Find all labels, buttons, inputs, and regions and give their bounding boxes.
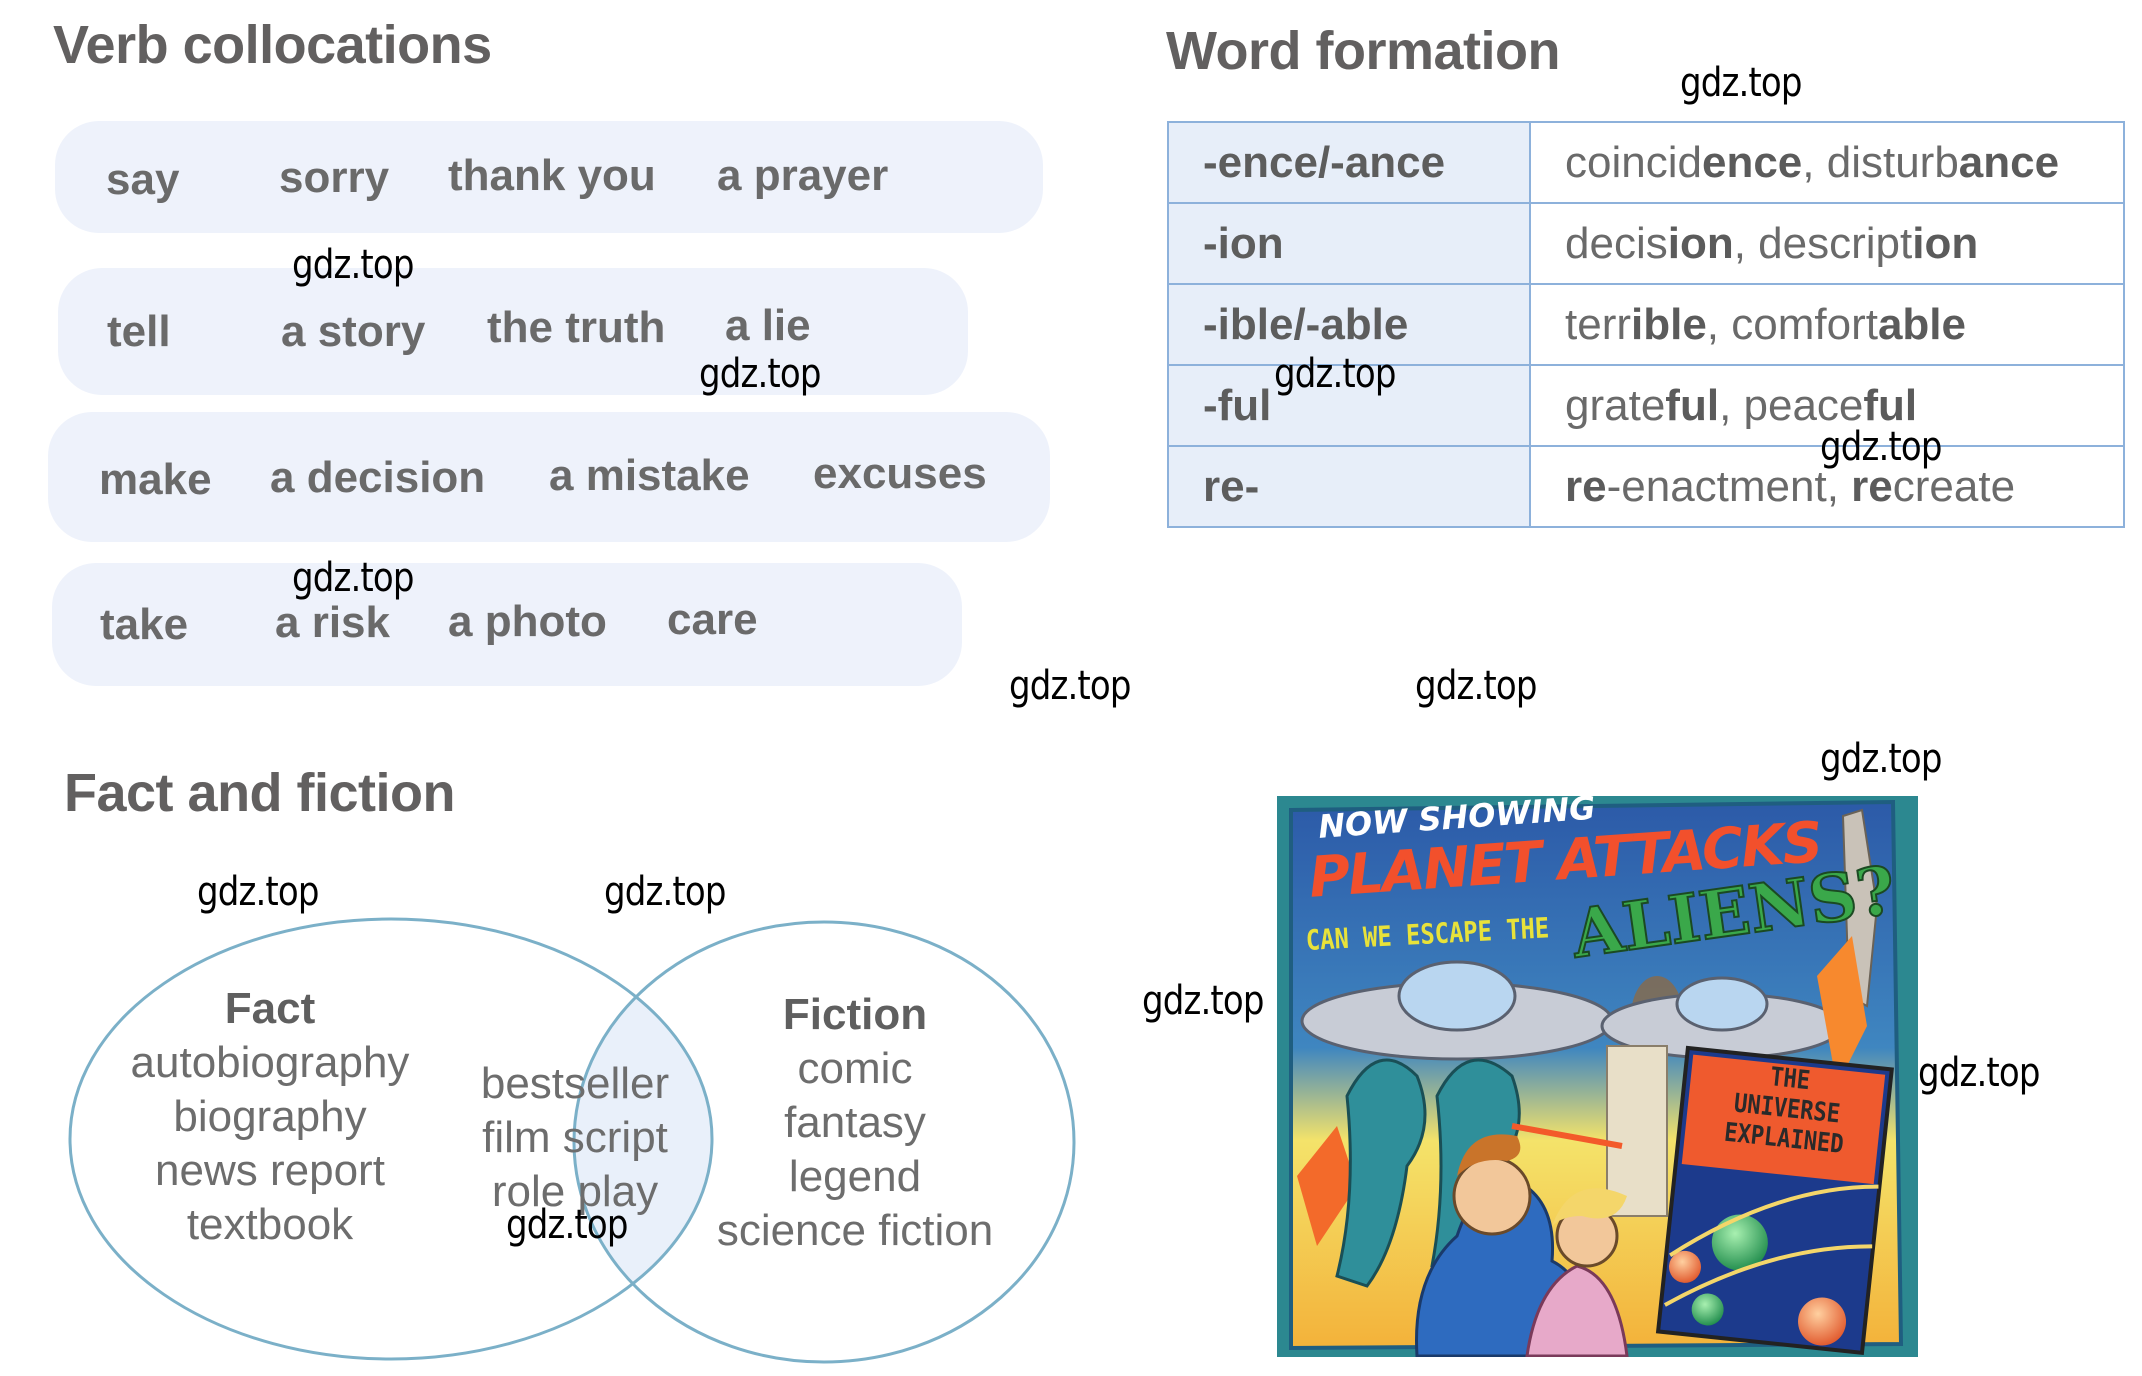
- example-word: grateful: [1565, 380, 1720, 430]
- suffix-cell: -ion: [1167, 202, 1531, 285]
- verb: take: [100, 600, 189, 649]
- word-formation-row: -ion decision, description: [1167, 202, 2125, 285]
- fact-and-fiction-title: Fact and fiction: [64, 763, 456, 823]
- venn-item: science fiction: [716, 1206, 994, 1255]
- collocate: care: [667, 595, 758, 644]
- venn-item: news report: [155, 1146, 385, 1195]
- word-formation-row: -ence/-ance coincidence, disturbance: [1167, 121, 2125, 204]
- collocate: sorry: [279, 153, 390, 202]
- verb: make: [99, 455, 212, 504]
- example-word: coincidence: [1565, 137, 1803, 187]
- collocate: thank you: [448, 151, 656, 200]
- word-formation-table: -ence/-ance coincidence, disturbance -ion d…: [1167, 121, 2125, 528]
- example-word: comfortable: [1731, 299, 1966, 349]
- example-word: terrible: [1565, 299, 1707, 349]
- watermark: gdz.top: [197, 869, 319, 915]
- venn-fact-group: Fact autobiography biography news report…: [120, 982, 420, 1252]
- collocate: a decision: [270, 453, 486, 502]
- collocate: a lie: [725, 301, 811, 350]
- venn-item: fantasy: [784, 1098, 926, 1147]
- verb-collocations-title: Verb collocations: [53, 15, 492, 75]
- word-formation-row: re-re-enactment, recreate: [1167, 445, 2125, 528]
- collocate: a risk: [275, 598, 390, 647]
- movie-poster-illustration: NOW SHOWING PLANET ATTACKS CAN WE ESCAPE…: [1277, 796, 1918, 1357]
- verb: tell: [107, 307, 171, 356]
- examples-cell: decision, description: [1529, 202, 2125, 285]
- venn-item: film script: [482, 1113, 668, 1162]
- word-formation-title: Word formation: [1166, 21, 1560, 81]
- watermark: gdz.top: [292, 555, 414, 601]
- watermark: gdz.top: [604, 869, 726, 915]
- examples-cell: terrible, comfortable: [1529, 283, 2125, 366]
- example-word: decision: [1565, 218, 1734, 268]
- venn-item: autobiography: [130, 1038, 410, 1087]
- dvd-title: THE UNIVERSE EXPLAINED: [1706, 1056, 1868, 1161]
- venn-fiction-group: Fiction comic fantasy legend science fic…: [700, 988, 1010, 1258]
- watermark: gdz.top: [699, 351, 821, 397]
- venn-item: textbook: [186, 1200, 354, 1249]
- example-word: peaceful: [1743, 380, 1918, 430]
- collocate: a prayer: [717, 151, 889, 200]
- watermark: gdz.top: [1415, 663, 1537, 709]
- suffix-cell: re-: [1167, 445, 1531, 528]
- watermark: gdz.top: [1680, 60, 1802, 106]
- example-word: re-enactment: [1565, 461, 1827, 511]
- examples-cell: coincidence, disturbance: [1529, 121, 2125, 204]
- collocate: excuses: [813, 449, 987, 498]
- venn-item: comic: [797, 1044, 913, 1093]
- suffix-cell: -ence/-ance: [1167, 121, 1531, 204]
- example-word: disturbance: [1826, 137, 2060, 187]
- watermark: gdz.top: [1820, 736, 1942, 782]
- collocate: the truth: [487, 303, 666, 352]
- collocate: a mistake: [549, 451, 750, 500]
- example-word: description: [1758, 218, 1979, 268]
- watermark: gdz.top: [1009, 663, 1131, 709]
- watermark: gdz.top: [506, 1202, 628, 1248]
- venn-fiction-heading: Fiction: [782, 990, 928, 1039]
- watermark: gdz.top: [292, 242, 414, 288]
- watermark: gdz.top: [1820, 424, 1942, 470]
- venn-fact-heading: Fact: [224, 984, 316, 1033]
- watermark: gdz.top: [1274, 351, 1396, 397]
- watermark: gdz.top: [1142, 978, 1264, 1024]
- collocate: a photo: [448, 597, 607, 646]
- watermark: gdz.top: [1918, 1050, 2040, 1096]
- verb: say: [106, 155, 180, 204]
- venn-item: bestseller: [480, 1059, 670, 1108]
- venn-item: biography: [173, 1092, 367, 1141]
- collocate: a story: [281, 307, 426, 356]
- venn-both-group: bestseller film script role play: [450, 1057, 700, 1219]
- venn-item: legend: [788, 1152, 922, 1201]
